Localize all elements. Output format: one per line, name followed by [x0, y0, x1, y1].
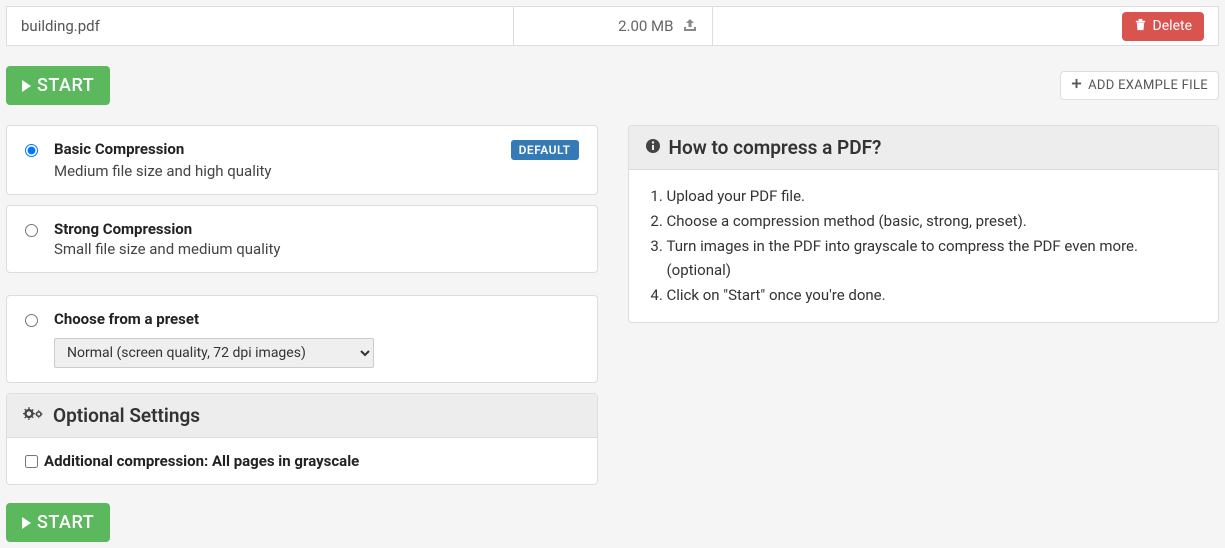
optional-settings-panel: Optional Settings Additional compression…: [6, 393, 598, 485]
option-strong-compression[interactable]: Strong Compression Small file size and m…: [6, 205, 598, 273]
option-title: Basic Compression: [54, 140, 184, 158]
delete-button[interactable]: Delete: [1122, 12, 1204, 41]
help-step: Choose a compression method (basic, stro…: [667, 209, 1201, 234]
option-subtitle: Small file size and medium quality: [54, 240, 579, 258]
help-steps-list: Upload your PDF file. Choose a compressi…: [647, 184, 1201, 308]
help-column: How to compress a PDF? Upload your PDF f…: [628, 125, 1220, 542]
add-example-label: ADD EXAMPLE FILE: [1088, 78, 1208, 93]
help-panel: How to compress a PDF? Upload your PDF f…: [628, 125, 1220, 323]
upload-icon: [682, 18, 698, 34]
start-button-bottom[interactable]: START: [6, 503, 110, 542]
option-title: Strong Compression: [54, 220, 192, 238]
preset-select[interactable]: Normal (screen quality, 72 dpi images): [54, 338, 374, 368]
add-example-file-button[interactable]: ADD EXAMPLE FILE: [1060, 71, 1219, 100]
start-label: START: [37, 75, 94, 96]
radio-basic[interactable]: [25, 144, 38, 157]
help-step: Click on "Start" once you're done.: [667, 283, 1201, 308]
grayscale-label[interactable]: Additional compression: All pages in gra…: [44, 452, 359, 470]
file-row: building.pdf 2.00 MB Delete: [6, 6, 1219, 46]
option-subtitle: Medium file size and high quality: [54, 162, 579, 180]
chevron-right-icon: [22, 517, 31, 529]
option-preset[interactable]: Choose from a preset Normal (screen qual…: [6, 295, 598, 383]
chevron-right-icon: [22, 80, 31, 92]
help-header: How to compress a PDF?: [629, 126, 1219, 170]
help-step: Upload your PDF file.: [667, 184, 1201, 209]
trash-icon: [1134, 18, 1147, 35]
optional-settings-heading: Optional Settings: [53, 404, 200, 427]
help-heading: How to compress a PDF?: [669, 136, 882, 159]
default-badge: DEFAULT: [511, 140, 579, 160]
option-basic-compression[interactable]: Basic Compression DEFAULT Medium file si…: [6, 125, 598, 195]
radio-strong[interactable]: [25, 224, 38, 237]
start-label: START: [37, 512, 94, 533]
file-actions-cell: Delete: [713, 6, 1220, 46]
help-step: Turn images in the PDF into grayscale to…: [667, 234, 1201, 284]
radio-preset[interactable]: [25, 314, 38, 327]
gears-icon: [23, 404, 45, 427]
start-button-top[interactable]: START: [6, 66, 110, 105]
file-name-cell: building.pdf: [6, 6, 513, 46]
optional-settings-header: Optional Settings: [7, 394, 597, 438]
grayscale-row: Additional compression: All pages in gra…: [25, 452, 579, 470]
option-title: Choose from a preset: [54, 310, 199, 328]
grayscale-checkbox[interactable]: [25, 455, 38, 468]
file-size-cell: 2.00 MB: [513, 6, 713, 46]
info-icon: [645, 136, 661, 159]
start-row-top: START ADD EXAMPLE FILE: [6, 66, 1219, 105]
file-size: 2.00 MB: [618, 17, 673, 35]
options-column: Basic Compression DEFAULT Medium file si…: [6, 125, 598, 542]
file-name: building.pdf: [21, 17, 100, 35]
delete-label: Delete: [1153, 18, 1192, 34]
plus-icon: [1071, 78, 1082, 93]
